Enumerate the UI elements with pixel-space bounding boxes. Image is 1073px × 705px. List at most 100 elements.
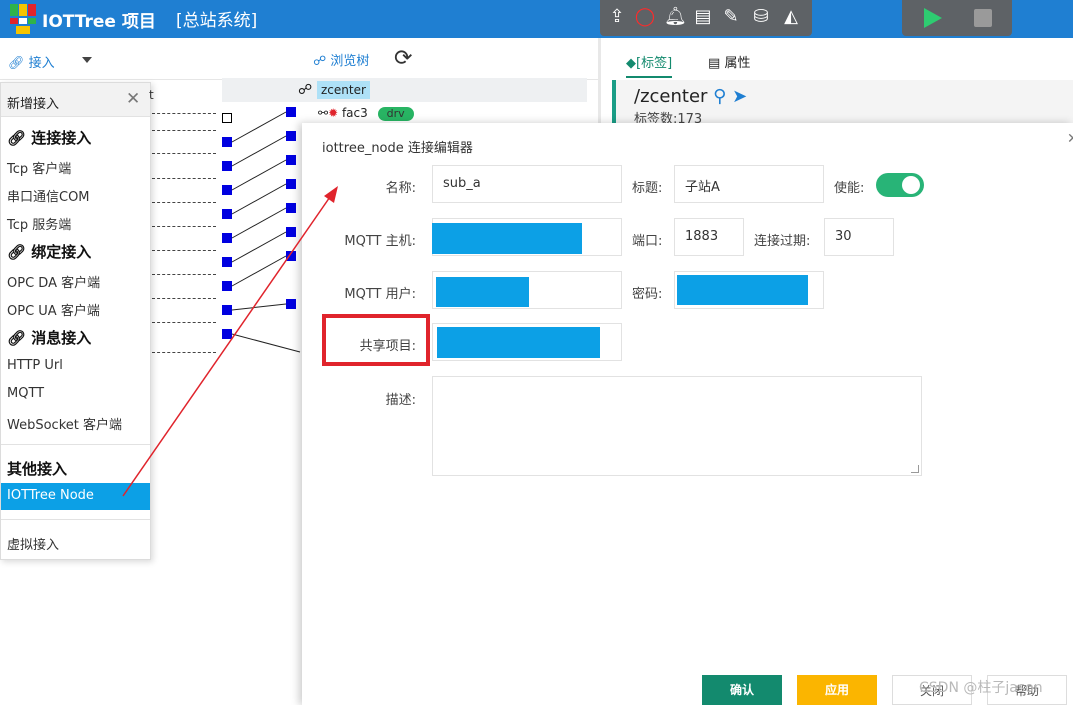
port-field[interactable]: 1883 — [674, 218, 744, 256]
port[interactable] — [222, 209, 232, 219]
gear-icon: ✹ — [328, 106, 339, 120]
edit-icon[interactable]: ✎ — [720, 6, 742, 28]
paperclip-icon[interactable]: ⚲ — [713, 86, 726, 107]
run-controls — [902, 0, 1012, 36]
menu-item-tcp-server[interactable]: Tcp 服务端 — [7, 214, 71, 233]
port[interactable] — [222, 185, 232, 195]
menu-divider — [1, 444, 150, 445]
connect-button[interactable]: 🔗︎ 接入 — [8, 52, 55, 71]
mqtt-user-label: MQTT 用户: — [344, 287, 416, 302]
menu-section-connect: 🔗︎ 连接接入 — [7, 127, 91, 148]
enable-label: 使能: — [834, 181, 865, 196]
link-icon: 🔗︎ — [8, 56, 25, 71]
port[interactable] — [222, 233, 232, 243]
node-path: /zcenter ⚲ ➤ — [634, 86, 747, 107]
description-field[interactable] — [432, 376, 922, 476]
share-icon[interactable]: ⇪ — [606, 6, 628, 28]
resize-handle-icon[interactable] — [911, 465, 919, 473]
redacted-mask — [432, 223, 582, 254]
link-icon: 🔗︎ — [7, 129, 27, 147]
port[interactable] — [222, 161, 232, 171]
mqtt-host-label: MQTT 主机: — [344, 234, 416, 249]
redacted-mask — [677, 275, 808, 305]
menu-item-serial-com[interactable]: 串口通信COM — [7, 186, 90, 205]
menu-item-http-url[interactable]: HTTP Url — [7, 358, 63, 373]
port[interactable] — [222, 137, 232, 147]
port[interactable] — [222, 281, 232, 291]
tree-node-fac3[interactable]: ⚯✹ fac3 drv — [318, 106, 414, 121]
tab-properties[interactable]: ▤ 属性 — [708, 52, 750, 71]
caption-field[interactable]: 子站A — [674, 165, 824, 203]
ok-button[interactable]: 确认 — [702, 675, 782, 705]
tab-tags-label: [标签] — [636, 56, 673, 71]
menu-item-tcp-client[interactable]: Tcp 客户端 — [7, 158, 71, 177]
connector-line — [152, 130, 216, 131]
bell-icon[interactable]: 🔔︎ — [664, 6, 687, 28]
sitemap-icon: ☍ — [313, 54, 327, 69]
tree-header — [222, 78, 587, 102]
menu-item-virtual[interactable]: 虚拟接入 — [7, 534, 59, 553]
menu-item-opc-da[interactable]: OPC DA 客户端 — [7, 272, 100, 291]
connector-line — [152, 352, 216, 353]
database-icon[interactable]: ⛁ — [750, 6, 772, 28]
menu-header: 新增接入 ✕ — [1, 83, 150, 117]
timeout-label: 连接过期: — [754, 234, 811, 249]
timeout-field[interactable]: 30 — [824, 218, 894, 256]
close-icon[interactable]: ✕ — [126, 89, 140, 109]
port[interactable] — [222, 329, 232, 339]
menu-item-opc-ua[interactable]: OPC UA 客户端 — [7, 300, 100, 319]
connector-line — [152, 202, 216, 203]
driver-badge: drv — [377, 107, 414, 121]
play-icon[interactable] — [924, 8, 942, 28]
menu-title: 新增接入 — [7, 97, 60, 112]
port[interactable] — [286, 107, 296, 117]
menu-item-websocket-client[interactable]: WebSocket 客户端 — [7, 414, 122, 433]
connector-line — [152, 322, 216, 323]
browse-tree-button[interactable]: ☍ 浏览树 — [313, 50, 369, 69]
connector-line — [152, 274, 216, 275]
send-icon[interactable]: ➤ — [732, 86, 747, 107]
stop-record-icon[interactable]: ◯ — [634, 6, 656, 28]
tree-root-icon: ☍ — [298, 82, 313, 98]
connector-line — [152, 153, 216, 154]
notes-icon[interactable]: ▤ — [692, 6, 714, 28]
menu-item-mqtt[interactable]: MQTT — [7, 386, 44, 401]
menu-section-message: 🔗︎ 消息接入 — [7, 327, 91, 348]
port[interactable] — [286, 299, 296, 309]
dialog-close-icon[interactable]: ✕ — [1067, 131, 1073, 147]
tag-summary: /zcenter ⚲ ➤ 标签数:173 — [612, 80, 1073, 127]
port[interactable] — [286, 251, 296, 261]
tags-icon: ◆ — [626, 56, 636, 71]
port[interactable] — [222, 257, 232, 267]
refresh-icon[interactable]: ⟳ — [394, 46, 412, 71]
menu-item-iottree-node[interactable]: IOTTree Node — [1, 483, 150, 510]
password-label: 密码: — [632, 287, 663, 302]
name-field[interactable]: sub_a — [432, 165, 622, 203]
port[interactable] — [286, 155, 296, 165]
connector-line — [152, 250, 216, 251]
shared-project-label: 共享项目: — [359, 339, 416, 354]
dialog-title: iottree_node 连接编辑器 — [322, 141, 473, 156]
apply-button[interactable]: 应用 — [797, 675, 877, 705]
stop-icon[interactable] — [974, 9, 992, 27]
tree-node-fac3-label: fac3 — [341, 106, 368, 120]
chevron-down-icon[interactable] — [82, 57, 92, 63]
port[interactable] — [286, 131, 296, 141]
tree-node-zcenter[interactable]: zcenter — [317, 81, 370, 99]
port[interactable] — [222, 305, 232, 315]
redacted-mask — [436, 277, 529, 307]
connect-label: 接入 — [28, 56, 55, 71]
connector-line — [152, 113, 216, 114]
main-toolbox: ⇪ ◯ 🔔︎ ▤ ✎ ⛁ ◭ — [600, 0, 812, 36]
redacted-mask — [437, 327, 600, 358]
left-toolbar: 🔗︎ 接入 ☍ 浏览树 ⟳ — [0, 38, 600, 80]
connector-line — [152, 178, 216, 179]
port[interactable] — [286, 179, 296, 189]
port[interactable] — [286, 227, 296, 237]
tab-tags[interactable]: ◆[标签] — [626, 52, 673, 78]
port[interactable] — [222, 113, 232, 123]
port[interactable] — [286, 203, 296, 213]
truncated-label: t — [149, 88, 154, 102]
area-chart-icon[interactable]: ◭ — [780, 6, 802, 28]
enable-toggle[interactable] — [876, 173, 924, 197]
